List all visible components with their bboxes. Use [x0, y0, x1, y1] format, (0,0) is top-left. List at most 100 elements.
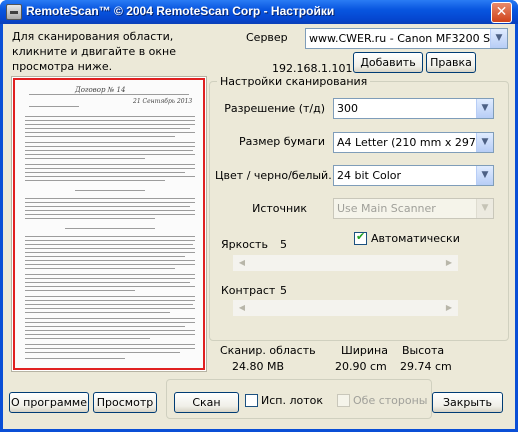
doc-line [25, 264, 195, 265]
duplex-checkbox[interactable] [337, 394, 350, 407]
duplex-label: Обе стороны [353, 394, 428, 407]
arrow-right-icon: ▶ [445, 258, 453, 267]
arrow-right-icon: ▶ [445, 303, 453, 312]
doc-line [25, 198, 195, 199]
doc-line [25, 214, 195, 215]
doc-line [25, 158, 145, 159]
preview-area[interactable]: Договор № 14 21 Сентябрь 2013 [13, 78, 205, 370]
doc-line [25, 248, 195, 249]
doc-line [25, 312, 170, 313]
doc-line [25, 128, 190, 129]
doc-line [25, 330, 195, 331]
doc-line [25, 268, 175, 269]
title-bar[interactable]: RemoteScan™ © 2004 RemoteScan Corp - Нас… [0, 0, 518, 24]
doc-line [25, 146, 195, 147]
doc-line [25, 344, 195, 345]
window-title: RemoteScan™ © 2004 RemoteScan Corp - Нас… [26, 4, 335, 18]
doc-line [25, 210, 195, 211]
doc-line [25, 348, 195, 349]
doc-line [25, 124, 195, 125]
scan-settings-title: Настройки сканирования [217, 75, 371, 88]
brightness-slider[interactable]: ◀ ▶ [233, 255, 458, 271]
doc-line [25, 256, 185, 257]
doc-line [25, 300, 195, 301]
doc-line [25, 218, 155, 219]
color-mode-select[interactable]: 24 bit Color ▼ [333, 165, 494, 186]
resolution-value: 300 [337, 102, 358, 115]
color-mode-label: Цвет / черно/белый. [215, 169, 332, 182]
contrast-slider[interactable]: ◀ ▶ [233, 300, 458, 316]
server-ip: 192.168.1.101 [272, 62, 353, 75]
doc-line [25, 338, 150, 339]
scan-button[interactable]: Скан [174, 392, 239, 413]
brightness-label: Яркость [221, 238, 268, 251]
chevron-down-icon: ▼ [476, 199, 493, 218]
doc-line [25, 240, 195, 241]
dialog-client: Для сканирования области, кликните и дви… [3, 24, 515, 429]
doc-line [25, 132, 195, 133]
doc-line [25, 322, 195, 323]
doc-line [25, 154, 195, 155]
doc-line [25, 290, 135, 291]
color-mode-value: 24 bit Color [337, 169, 402, 182]
doc-line [25, 136, 175, 137]
doc-line [25, 274, 195, 275]
resolution-select[interactable]: 300 ▼ [333, 98, 494, 119]
chevron-down-icon: ▼ [476, 133, 493, 152]
preview-doc-date: 21 Сентябрь 2013 [133, 98, 193, 105]
server-value: www.CWER.ru - Canon MF3200 Series [309, 32, 508, 45]
add-server-button[interactable]: Добавить [353, 52, 423, 73]
preview-doc-title: Договор № 14 [75, 86, 126, 94]
source-value: Use Main Scanner [337, 202, 436, 215]
arrow-left-icon: ◀ [238, 258, 246, 267]
doc-line [25, 206, 190, 207]
height-value: 29.74 cm [400, 360, 452, 373]
doc-line [25, 326, 185, 327]
doc-line [25, 358, 125, 359]
paper-size-select[interactable]: A4 Letter (210 mm x 297 mm) ▼ [333, 132, 494, 153]
doc-line [25, 282, 190, 283]
doc-line [25, 202, 195, 203]
doc-line [25, 286, 195, 287]
doc-line [25, 304, 193, 305]
width-value: 20.90 cm [335, 360, 387, 373]
doc-line [25, 120, 195, 121]
doc-line [25, 176, 195, 177]
doc-line [25, 318, 195, 319]
doc-line [25, 296, 195, 297]
source-select[interactable]: Use Main Scanner ▼ [333, 198, 494, 219]
contrast-value: 5 [280, 284, 287, 297]
auto-checkbox[interactable]: ✔ [354, 230, 367, 245]
doc-line [25, 172, 185, 173]
about-button[interactable]: О программе [9, 392, 89, 413]
hint-text: Для сканирования области, кликните и дви… [12, 30, 177, 73]
doc-line [25, 252, 195, 253]
doc-line [25, 164, 195, 165]
tray-label: Исп. лоток [261, 394, 324, 407]
doc-line [25, 116, 195, 117]
close-window-icon[interactable]: ✕ [491, 2, 512, 23]
doc-line [25, 236, 195, 237]
scan-area-value: 24.80 MB [232, 360, 285, 373]
close-button[interactable]: Закрыть [432, 392, 503, 413]
doc-line [25, 180, 165, 181]
preview-button[interactable]: Просмотр [93, 392, 157, 413]
server-select[interactable]: www.CWER.ru - Canon MF3200 Series ▼ [305, 28, 508, 49]
edit-server-button[interactable]: Правка [426, 52, 476, 73]
doc-line [29, 94, 189, 95]
doc-line [75, 190, 145, 191]
doc-line [25, 142, 195, 143]
contrast-label: Контраст [221, 284, 276, 297]
doc-line [25, 244, 193, 245]
paper-size-label: Размер бумаги [238, 135, 325, 148]
tray-checkbox[interactable] [245, 394, 258, 407]
chevron-down-icon: ▼ [476, 166, 493, 185]
doc-line [29, 106, 79, 107]
width-label: Ширина [341, 344, 388, 357]
doc-line [25, 278, 195, 279]
arrow-left-icon: ◀ [238, 303, 246, 312]
doc-line [25, 308, 195, 309]
height-label: Высота [402, 344, 445, 357]
check-icon: ✔ [356, 230, 366, 243]
doc-line [25, 334, 195, 335]
